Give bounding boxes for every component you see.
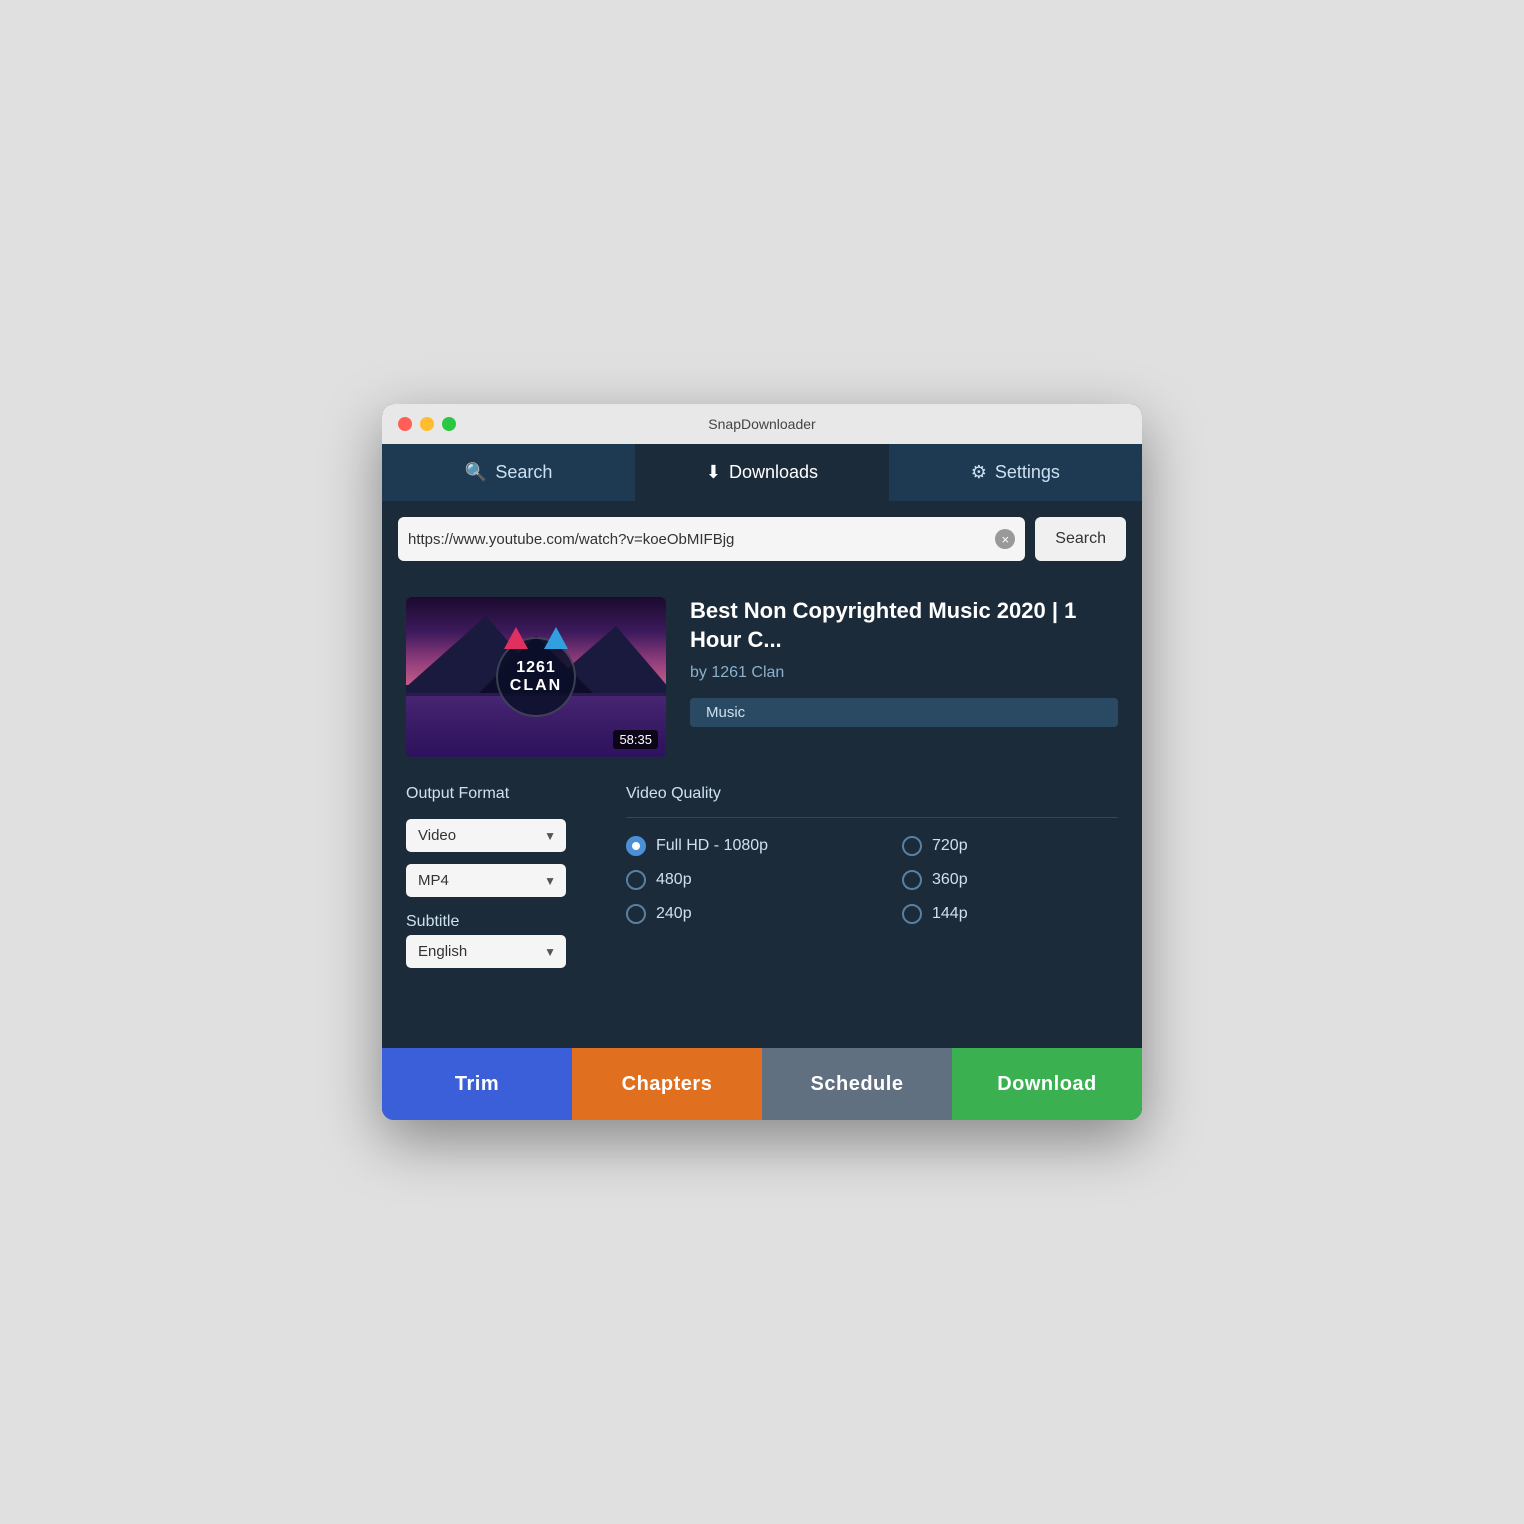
quality-option-144p[interactable]: 144p xyxy=(902,904,1118,924)
radio-480p[interactable] xyxy=(626,870,646,890)
content-area: 1261 CLAN 58:35 Best Non Copyrighted Mus… xyxy=(382,577,1142,1048)
codec-select-wrapper: MP4 MKV AVI ▼ xyxy=(406,864,566,897)
search-button-label: Search xyxy=(1055,530,1106,547)
video-title: Best Non Copyrighted Music 2020 | 1 Hour… xyxy=(690,597,1118,654)
video-details: Best Non Copyrighted Music 2020 | 1 Hour… xyxy=(690,597,1118,757)
app-window: SnapDownloader 🔍 Search ⬇ Downloads ⚙ Se… xyxy=(382,404,1142,1120)
logo-text-bottom: CLAN xyxy=(510,677,562,695)
subtitle-select-wrapper: English None Spanish ▼ xyxy=(406,935,566,968)
clear-icon: × xyxy=(1002,532,1010,547)
download-label: Download xyxy=(997,1073,1097,1095)
radio-240p[interactable] xyxy=(626,904,646,924)
close-button[interactable] xyxy=(398,417,412,431)
bottom-buttons: Trim Chapters Schedule Download xyxy=(382,1048,1142,1120)
format-select-wrapper: Video Audio ▼ xyxy=(406,819,566,852)
maximize-button[interactable] xyxy=(442,417,456,431)
subtitle-label: Subtitle xyxy=(406,913,566,931)
traffic-lights xyxy=(398,417,456,431)
quality-label-144p: 144p xyxy=(932,905,968,923)
tab-search[interactable]: 🔍 Search xyxy=(382,444,635,501)
trim-button[interactable]: Trim xyxy=(382,1048,572,1120)
quality-option-480p[interactable]: 480p xyxy=(626,870,842,890)
logo-ears xyxy=(498,627,574,649)
schedule-button[interactable]: Schedule xyxy=(762,1048,952,1120)
radio-360p[interactable] xyxy=(902,870,922,890)
downloads-tab-icon: ⬇ xyxy=(706,462,721,483)
quality-option-360p[interactable]: 360p xyxy=(902,870,1118,890)
logo-circle: 1261 CLAN xyxy=(496,637,576,717)
subtitle-section: Subtitle English None Spanish ▼ xyxy=(406,913,566,968)
format-select[interactable]: Video Audio xyxy=(406,819,566,852)
downloads-tab-label: Downloads xyxy=(729,462,818,483)
radio-144p[interactable] xyxy=(902,904,922,924)
nav-tabs: 🔍 Search ⬇ Downloads ⚙ Settings xyxy=(382,444,1142,501)
radio-720p[interactable] xyxy=(902,836,922,856)
search-row: × Search xyxy=(398,517,1126,561)
quality-divider xyxy=(626,817,1118,818)
quality-label-480p: 480p xyxy=(656,871,692,889)
output-format-label: Output Format xyxy=(406,785,566,803)
url-input-wrapper: × xyxy=(398,517,1025,561)
logo-ear-left xyxy=(504,627,528,649)
logo-ear-right xyxy=(544,627,568,649)
video-quality-label: Video Quality xyxy=(626,785,1118,803)
quality-label-1080p: Full HD - 1080p xyxy=(656,837,768,855)
quality-option-720p[interactable]: 720p xyxy=(902,836,1118,856)
quality-label-720p: 720p xyxy=(932,837,968,855)
minimize-button[interactable] xyxy=(420,417,434,431)
clear-button[interactable]: × xyxy=(995,529,1015,549)
settings-tab-icon: ⚙ xyxy=(971,462,987,483)
schedule-label: Schedule xyxy=(811,1073,904,1095)
video-info-row: 1261 CLAN 58:35 Best Non Copyrighted Mus… xyxy=(406,597,1118,757)
quality-option-1080p[interactable]: Full HD - 1080p xyxy=(626,836,842,856)
download-button[interactable]: Download xyxy=(952,1048,1142,1120)
quality-label-240p: 240p xyxy=(656,905,692,923)
channel-logo: 1261 CLAN xyxy=(491,632,581,722)
search-tab-label: Search xyxy=(495,462,552,483)
video-author: by 1261 Clan xyxy=(690,664,1118,682)
codec-select[interactable]: MP4 MKV AVI xyxy=(406,864,566,897)
search-button[interactable]: Search xyxy=(1035,517,1126,561)
search-tab-icon: 🔍 xyxy=(465,462,487,483)
quality-label-360p: 360p xyxy=(932,871,968,889)
quality-grid: Full HD - 1080p 720p 480p 360p xyxy=(626,836,1118,924)
quality-option-240p[interactable]: 240p xyxy=(626,904,842,924)
options-row: Output Format Video Audio ▼ MP4 MKV AVI … xyxy=(406,785,1118,968)
duration-badge: 58:35 xyxy=(613,730,658,749)
tab-settings[interactable]: ⚙ Settings xyxy=(889,444,1142,501)
search-bar-area: × Search xyxy=(382,501,1142,577)
output-format-section: Output Format Video Audio ▼ MP4 MKV AVI … xyxy=(406,785,566,968)
content-spacer xyxy=(406,988,1118,1028)
radio-1080p[interactable] xyxy=(626,836,646,856)
subtitle-select[interactable]: English None Spanish xyxy=(406,935,566,968)
window-title: SnapDownloader xyxy=(708,416,815,432)
url-input[interactable] xyxy=(408,531,995,548)
settings-tab-label: Settings xyxy=(995,462,1060,483)
title-bar: SnapDownloader xyxy=(382,404,1142,444)
video-tag: Music xyxy=(690,698,1118,727)
chapters-button[interactable]: Chapters xyxy=(572,1048,762,1120)
thumbnail-wrapper: 1261 CLAN 58:35 xyxy=(406,597,666,757)
logo-text-top: 1261 xyxy=(516,659,556,677)
chapters-label: Chapters xyxy=(622,1073,713,1095)
tab-downloads[interactable]: ⬇ Downloads xyxy=(635,444,888,501)
trim-label: Trim xyxy=(455,1073,499,1095)
video-quality-section: Video Quality Full HD - 1080p 720p 480p xyxy=(626,785,1118,968)
